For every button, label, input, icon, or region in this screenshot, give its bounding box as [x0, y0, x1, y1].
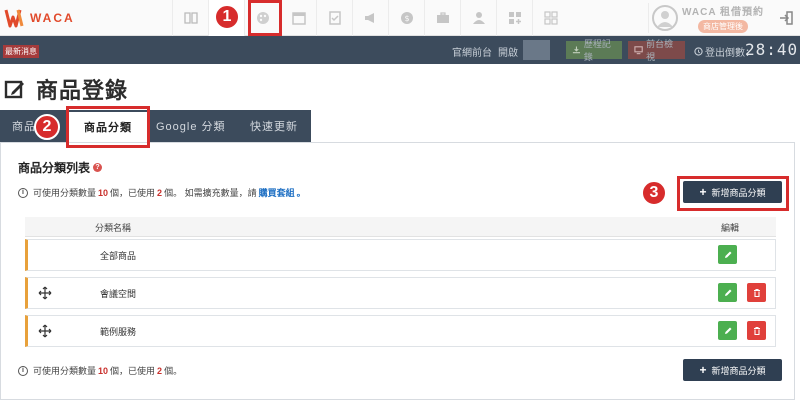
usage-info-footer: i 可使用分類數量 10 個，已使用 2 個。: [18, 364, 182, 377]
pencil-icon: [724, 327, 731, 334]
usage-info: i 可使用分類數量 10 個，已使用 2 個。 如需擴充數量，請 購買套組 。: [18, 186, 306, 199]
brand-title: WACA 租借預約: [682, 7, 764, 18]
download-icon: [572, 46, 581, 54]
timer-icon: [694, 47, 703, 56]
drag-handle-icon[interactable]: [38, 324, 52, 338]
nav-grid-add-icon[interactable]: [496, 0, 532, 36]
nav-megaphone-icon[interactable]: [352, 0, 388, 36]
nav-briefcase-icon[interactable]: [424, 0, 460, 36]
status-bar: 最新消息 官網前台 開啟 歷程記錄 前台檢視 登出倒數： 28:40: [0, 36, 800, 64]
table-row[interactable]: 會議空間: [25, 277, 776, 309]
edit-button[interactable]: [718, 283, 737, 302]
svg-text:$: $: [404, 14, 409, 23]
edit-button[interactable]: [718, 321, 737, 340]
nav-apps-icon[interactable]: [532, 0, 568, 36]
site-toggle-label: 開啟: [498, 48, 518, 59]
callout-box-3: [677, 176, 789, 211]
frontend-preview-button[interactable]: 前台檢視: [628, 39, 685, 62]
monitor-icon: [634, 46, 643, 55]
countdown-timer: 28:40: [745, 40, 799, 59]
history-button[interactable]: 歷程記錄: [566, 39, 622, 62]
delete-button[interactable]: [747, 283, 766, 302]
info-icon: i: [18, 187, 28, 198]
trash-icon: [753, 326, 760, 335]
section-title-text: 商品分類列表: [18, 161, 91, 175]
site-label: 官網前台: [452, 48, 492, 59]
callout-number-3: 3: [641, 180, 667, 206]
section-title: 商品分類列表 ?: [18, 159, 103, 176]
table-row: 全部商品: [25, 239, 776, 271]
pencil-icon: [724, 289, 731, 296]
edit-button[interactable]: [718, 245, 737, 264]
column-header-name: 分類名稱: [95, 223, 132, 233]
nav-book-icon[interactable]: [172, 0, 208, 36]
callout-number-2: 2: [34, 114, 60, 140]
trash-icon: [753, 288, 760, 297]
callout-number-1: 1: [214, 4, 240, 30]
page-title: 商品登錄: [36, 78, 129, 103]
page-header: 商品登錄: [4, 76, 129, 103]
site-toggle-switch[interactable]: [523, 40, 550, 60]
brand-badge: 商店管理後: [697, 20, 748, 33]
category-name: 會議空間: [100, 289, 137, 299]
buy-package-link[interactable]: 購買套組: [259, 186, 295, 199]
nav-coin-icon[interactable]: $: [388, 0, 424, 36]
history-button-label: 歷程記錄: [583, 39, 611, 62]
column-header-edit: 編輯: [721, 223, 740, 233]
info-icon: i: [18, 365, 28, 376]
tab-google-categories[interactable]: Google 分類: [156, 110, 236, 142]
content-panel: [0, 142, 795, 400]
edit-icon: [4, 80, 24, 99]
plus-icon: +: [699, 363, 707, 377]
pencil-icon: [724, 251, 731, 258]
logo-text: WACA: [30, 11, 75, 25]
waca-logo[interactable]: WACA: [4, 6, 75, 30]
store-avatar-icon: [652, 5, 678, 31]
callout-box-2: [66, 106, 150, 148]
category-name: 全部商品: [100, 251, 137, 261]
category-limit: 10: [98, 187, 109, 198]
nav-calendar-icon[interactable]: [280, 0, 316, 36]
add-category-button-bottom[interactable]: + 新增商品分類: [683, 359, 782, 381]
help-icon[interactable]: ?: [93, 163, 103, 172]
category-used: 2: [157, 187, 163, 198]
drag-handle-icon[interactable]: [38, 286, 52, 300]
nav-user-icon[interactable]: [460, 0, 496, 36]
logout-icon[interactable]: [778, 10, 794, 26]
table-header: 分類名稱 編輯: [25, 217, 776, 237]
top-navigation-bar: WACA $ WACA 租借預約 商店管理後: [0, 0, 800, 36]
category-name: 範例服務: [100, 327, 137, 337]
nav-check-icon[interactable]: [316, 0, 352, 36]
tab-quick-update[interactable]: 快速更新: [250, 110, 310, 142]
news-label[interactable]: 最新消息: [3, 45, 39, 58]
callout-box-1: [248, 0, 282, 36]
table-row[interactable]: 範例服務: [25, 315, 776, 347]
store-brand[interactable]: WACA 租借預約 商店管理後: [648, 3, 772, 33]
waca-logo-icon: [4, 7, 26, 29]
frontend-preview-label: 前台檢視: [646, 39, 674, 62]
delete-button[interactable]: [747, 321, 766, 340]
